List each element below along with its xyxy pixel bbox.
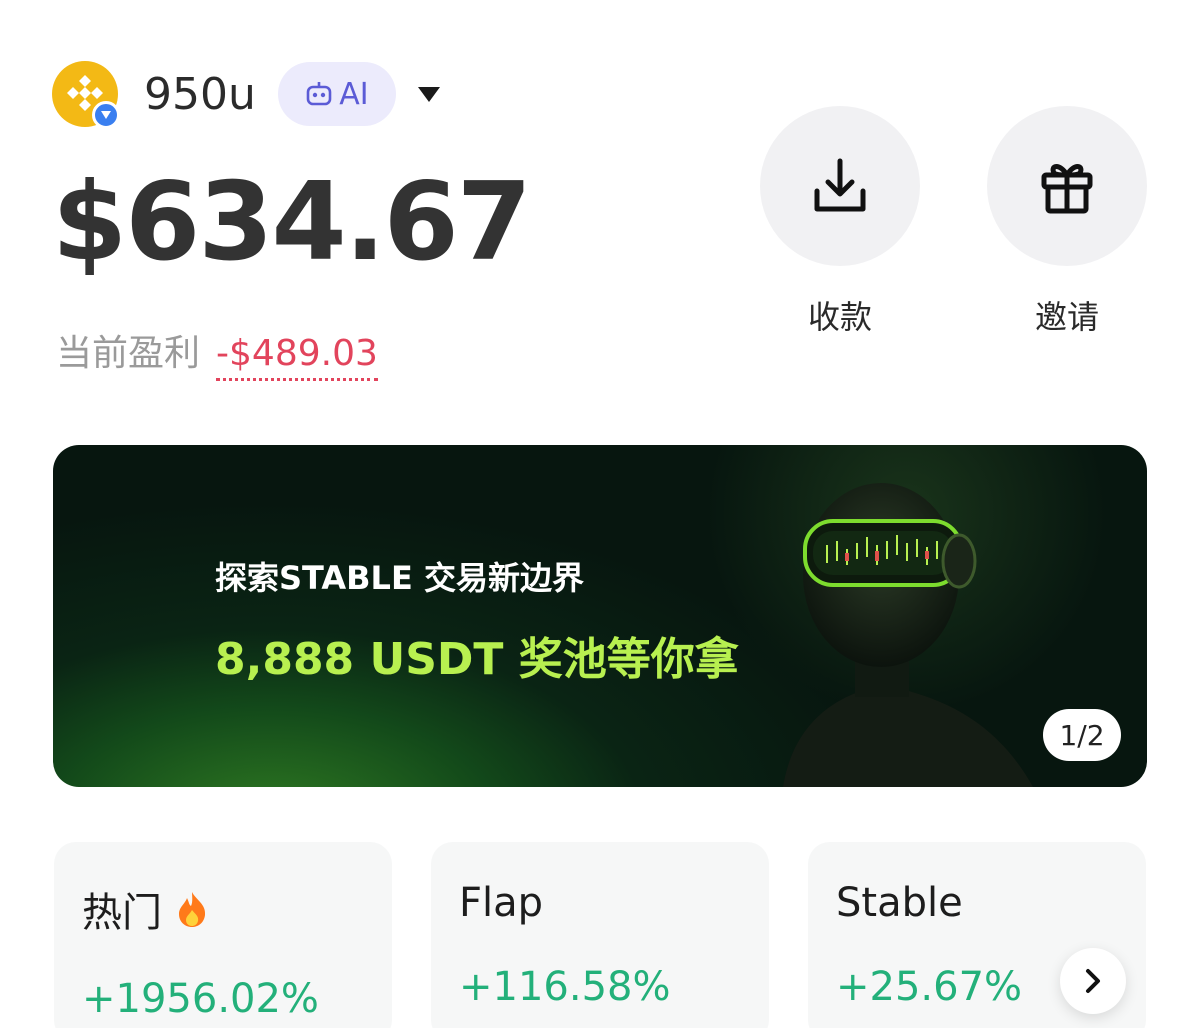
card-change: +116.58% (459, 964, 671, 1010)
banner-headline: 探索STABLE 交易新边界 (215, 559, 584, 597)
wallet-avatar[interactable] (52, 61, 120, 129)
fire-icon (179, 892, 206, 927)
banner-subheadline: 8,888 USDT 奖池等你拿 (215, 634, 739, 685)
card-title: 热门 (82, 890, 162, 936)
card-change: +1956.02% (82, 976, 319, 1022)
pnl-label: 当前盈利 (56, 333, 201, 374)
promo-banner[interactable]: 探索STABLE 交易新边界 8,888 USDT 奖池等你拿 1/2 (53, 445, 1147, 787)
account-name[interactable]: 950u (144, 69, 256, 120)
pnl-value[interactable]: -$489.03 (216, 333, 378, 381)
caret-down-icon[interactable] (416, 84, 442, 104)
receive-circle[interactable] (760, 106, 920, 266)
invite-circle[interactable] (987, 106, 1147, 266)
receive-label: 收款 (807, 298, 872, 336)
pnl-row: 当前盈利 -$489.03 (56, 324, 378, 381)
chevron-right-icon (1086, 969, 1100, 993)
receive-button[interactable]: 收款 (760, 106, 920, 338)
category-card-hot[interactable]: 热门 +1956.02% (54, 842, 392, 1028)
card-title: Stable (836, 880, 963, 926)
chevron-down-icon (92, 101, 120, 129)
card-title: Flap (459, 880, 544, 926)
card-title-row: 热门 (82, 880, 364, 938)
banner-pager: 1/2 (1043, 709, 1121, 761)
ai-button[interactable]: AI (277, 62, 396, 126)
vr-headset-figure-image (783, 483, 1033, 787)
invite-button[interactable]: 邀请 (987, 106, 1147, 338)
scroll-next-button[interactable] (1060, 948, 1126, 1014)
category-card-flap[interactable]: Flap +116.58% (431, 842, 769, 1028)
total-balance: $634.67 (52, 160, 532, 285)
gift-icon (1041, 164, 1093, 214)
download-icon (814, 158, 866, 212)
invite-label: 邀请 (1034, 298, 1099, 336)
ai-label: AI (339, 76, 369, 112)
account-header: 950u AI (52, 60, 442, 129)
robot-icon (306, 82, 332, 106)
